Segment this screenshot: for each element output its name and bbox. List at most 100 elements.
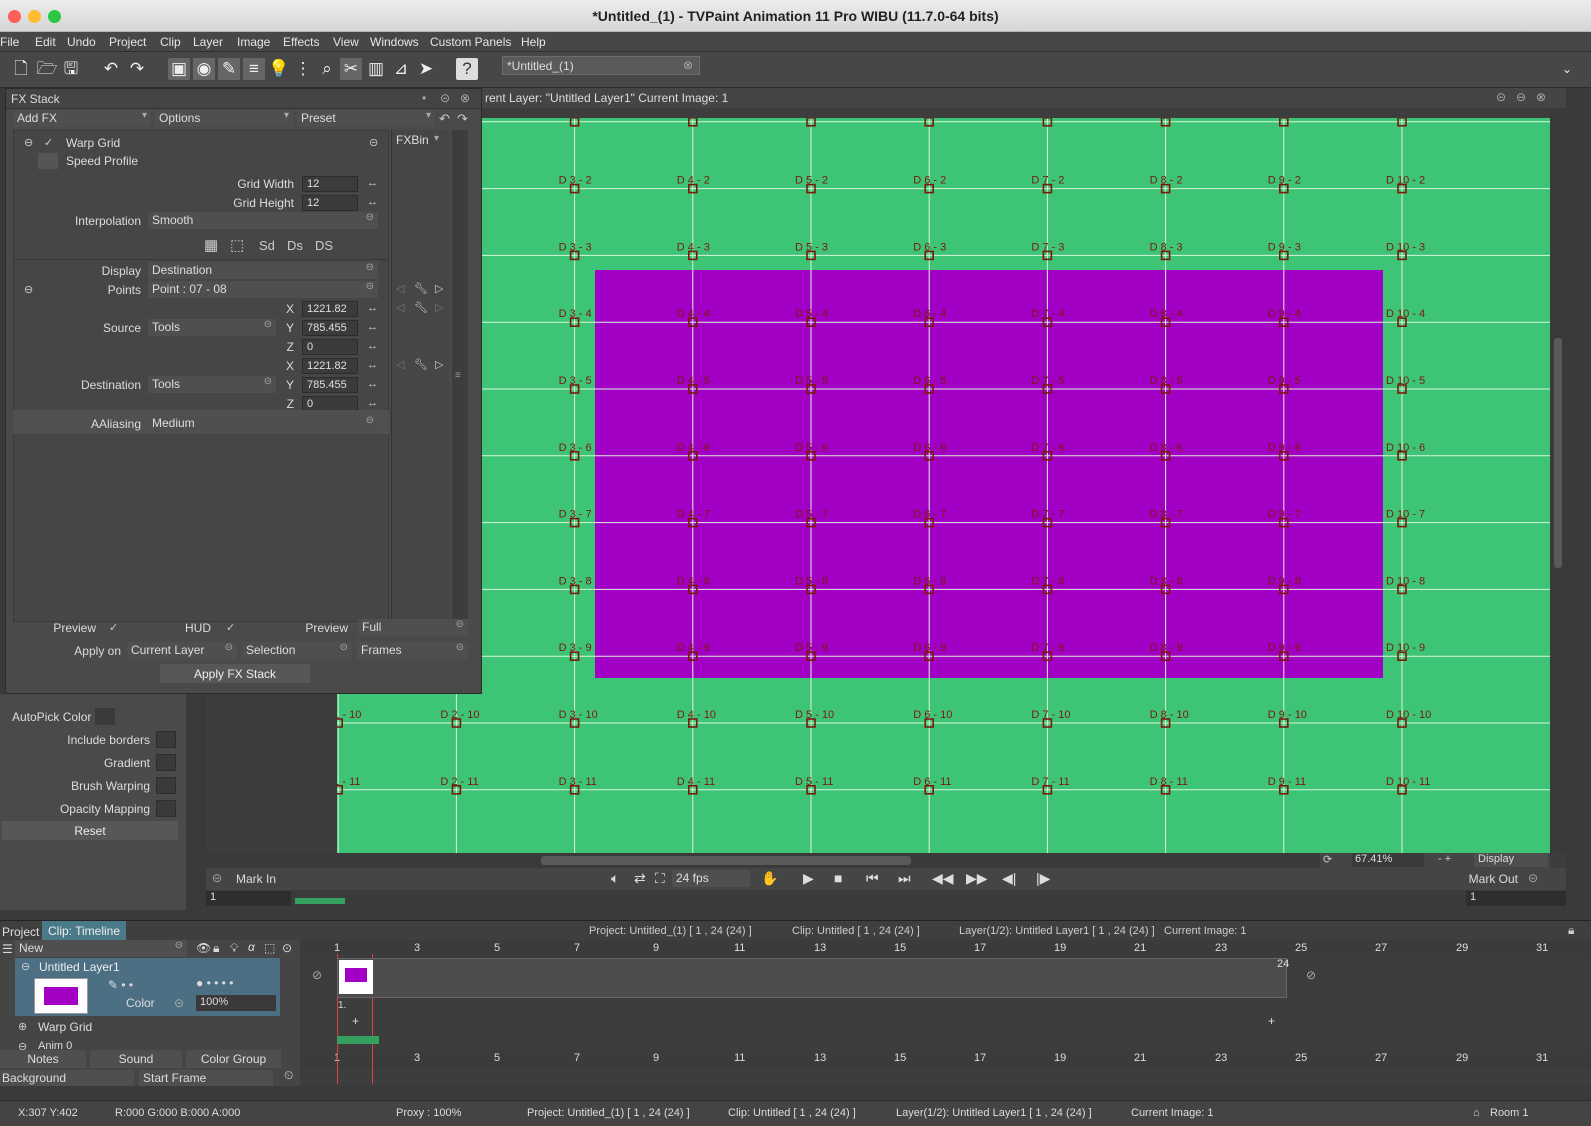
- frame-number-bottom[interactable]: 21: [1134, 1052, 1146, 1064]
- apply-layer-dropdown[interactable]: Current Layer ⊝: [127, 642, 237, 659]
- frame-number-top[interactable]: 15: [894, 942, 906, 954]
- first-frame-icon[interactable]: ⏮: [866, 870, 879, 887]
- frame-number-top[interactable]: 23: [1215, 942, 1227, 954]
- menu-effects[interactable]: Effects: [283, 35, 319, 49]
- menu-project[interactable]: Project: [109, 35, 146, 49]
- menu-help[interactable]: Help: [521, 35, 546, 49]
- drawing-canvas[interactable]: D 0 - 0D 0 - 1D 0 - 2D 0 - 3D 0 - 4D 0 -…: [337, 118, 1550, 853]
- opacity-field[interactable]: 100%: [196, 995, 276, 1011]
- redo-icon[interactable]: ↷: [126, 58, 148, 80]
- chevron-down-icon[interactable]: ⊝: [369, 136, 378, 149]
- preset-dropdown[interactable]: Preset ▾: [297, 110, 435, 127]
- key-wrench-icon[interactable]: 🔧︎: [414, 358, 428, 371]
- preview-mode-dropdown[interactable]: Full ⊝: [358, 619, 468, 636]
- room-selector[interactable]: Room 1: [1490, 1107, 1529, 1119]
- source-x-slider-icon[interactable]: ↔: [367, 302, 378, 314]
- brush-icon[interactable]: ✎: [218, 58, 240, 80]
- warp-grid-track-label[interactable]: Warp Grid: [38, 1020, 92, 1034]
- close-tab-icon[interactable]: ⊗: [683, 58, 693, 72]
- mark-in-field[interactable]: 1: [206, 891, 291, 906]
- fx-scrollbar[interactable]: ≡: [452, 130, 468, 622]
- grid-width-slider-icon[interactable]: ↔: [367, 177, 378, 189]
- destination-y-field[interactable]: 785.455: [302, 377, 358, 393]
- fx-stack-close-icon[interactable]: ⊗: [460, 91, 470, 105]
- rotate-icon[interactable]: ⟳: [1323, 853, 1332, 866]
- frame-number-bottom[interactable]: 19: [1054, 1052, 1066, 1064]
- frame-number-bottom[interactable]: 31: [1536, 1052, 1548, 1064]
- tab-project[interactable]: Project: [2, 925, 39, 939]
- layer-row-header[interactable]: ⊖ Untitled Layer1: [15, 958, 280, 976]
- warp-grid-label[interactable]: Warp Grid: [66, 136, 120, 150]
- chart-icon[interactable]: ▥: [365, 58, 387, 80]
- light-bulb-icon[interactable]: 💡: [268, 58, 290, 80]
- zoom-icon[interactable]: ⌕: [316, 58, 338, 80]
- opacity-mapping-checkbox[interactable]: [156, 800, 176, 817]
- redo-fx-icon[interactable]: ↷: [457, 111, 468, 127]
- zoom-field[interactable]: 67.41%: [1352, 853, 1424, 867]
- paint-icon[interactable]: ✎ • •: [108, 978, 133, 992]
- interpolation-dropdown[interactable]: Smooth ⊝: [148, 212, 378, 229]
- save-icon[interactable]: 🖫: [60, 58, 82, 80]
- key-wrench-icon[interactable]: 🔧︎: [414, 301, 428, 314]
- display-dropdown[interactable]: Display: [1474, 853, 1548, 867]
- anim-bar[interactable]: [337, 1036, 379, 1044]
- frame-number-top[interactable]: 5: [494, 942, 500, 954]
- toolbox-icon[interactable]: ▣: [168, 58, 190, 80]
- add-key-end-icon[interactable]: +: [1268, 1014, 1275, 1028]
- frame-number-bottom[interactable]: 13: [814, 1052, 826, 1064]
- frame-number-bottom[interactable]: 9: [653, 1052, 659, 1064]
- menu-layer[interactable]: Layer: [193, 35, 223, 49]
- next-frame-icon[interactable]: |▶: [1036, 870, 1050, 887]
- collapse-icon[interactable]: ⊖: [21, 960, 30, 973]
- document-tab[interactable]: *Untitled_(1) ⊗: [502, 56, 700, 75]
- view-menu-icon[interactable]: ⊝: [1496, 90, 1506, 104]
- clock-icon[interactable]: ⏲: [284, 1068, 293, 1083]
- frame-1-thumbnail[interactable]: [339, 960, 373, 994]
- frame-number-top[interactable]: 11: [734, 942, 745, 954]
- frame-number-top[interactable]: 19: [1054, 942, 1066, 954]
- lock-icon[interactable]: 🔒︎: [1568, 923, 1574, 938]
- destination-x-slider-icon[interactable]: ↔: [367, 359, 378, 371]
- destination-dropdown[interactable]: Tools ⊝: [148, 376, 276, 393]
- source-z-field[interactable]: 0: [302, 339, 358, 355]
- undo-fx-icon[interactable]: ↶: [439, 111, 450, 127]
- gradient-checkbox[interactable]: [156, 754, 176, 771]
- frame-number-top[interactable]: 31: [1536, 942, 1548, 954]
- ds-upper-tool-icon[interactable]: DS: [315, 238, 333, 253]
- pan-icon[interactable]: ✋: [761, 870, 778, 887]
- view-close-icon[interactable]: ⊗: [1536, 90, 1546, 104]
- source-x-field[interactable]: 1221.82: [302, 301, 358, 317]
- next-key-icon[interactable]: ▷: [435, 301, 443, 314]
- key-wrench-icon[interactable]: 🔧︎: [414, 282, 428, 295]
- frame-number-top[interactable]: 7: [574, 942, 580, 954]
- view-minimize-icon[interactable]: ⊖: [1516, 90, 1526, 104]
- frame-number-top[interactable]: 21: [1134, 942, 1146, 954]
- sound-icon[interactable]: 🔈︎: [611, 870, 619, 887]
- rewind-icon[interactable]: ◀◀: [932, 870, 954, 887]
- rect-tool-icon[interactable]: ⬚: [230, 236, 244, 254]
- destination-y-slider-icon[interactable]: ↔: [367, 378, 378, 390]
- include-borders-checkbox[interactable]: [156, 731, 176, 748]
- frame-number-top[interactable]: 29: [1456, 942, 1468, 954]
- add-fx-dropdown[interactable]: Add FX ▾: [13, 110, 151, 127]
- fx-stack-icon[interactable]: ✂: [340, 58, 362, 80]
- autopick-color-checkbox[interactable]: [95, 708, 115, 725]
- prev-frame-icon[interactable]: ◀|: [1002, 870, 1016, 887]
- fx-stack-menu-icon[interactable]: ⊝: [440, 91, 450, 105]
- lock-icon[interactable]: 🔒︎: [213, 941, 219, 956]
- apply-frames-dropdown[interactable]: Frames ⊝: [357, 642, 468, 659]
- mixer-icon[interactable]: ⋮: [292, 58, 314, 80]
- grid-width-field[interactable]: 12: [302, 176, 358, 192]
- apply-selection-dropdown[interactable]: Selection ⊝: [242, 642, 352, 659]
- send-icon[interactable]: ➤: [415, 58, 437, 80]
- vscroll-thumb[interactable]: [1554, 338, 1562, 568]
- fullscreen-icon[interactable]: ⛶: [655, 870, 665, 887]
- prev-key-icon[interactable]: ◁: [396, 301, 404, 314]
- menu-undo[interactable]: Undo: [67, 35, 96, 49]
- tab-clip-timeline[interactable]: Clip: Timeline: [42, 921, 127, 940]
- chevron-down-icon[interactable]: ⌄: [1556, 58, 1578, 80]
- points-dropdown[interactable]: Point : 07 - 08 ⊝: [148, 281, 378, 298]
- source-dropdown[interactable]: Tools ⊝: [148, 319, 276, 336]
- mark-out-toggle-icon[interactable]: ⊝: [1528, 871, 1538, 885]
- new-doc-icon[interactable]: 🗋: [10, 58, 32, 80]
